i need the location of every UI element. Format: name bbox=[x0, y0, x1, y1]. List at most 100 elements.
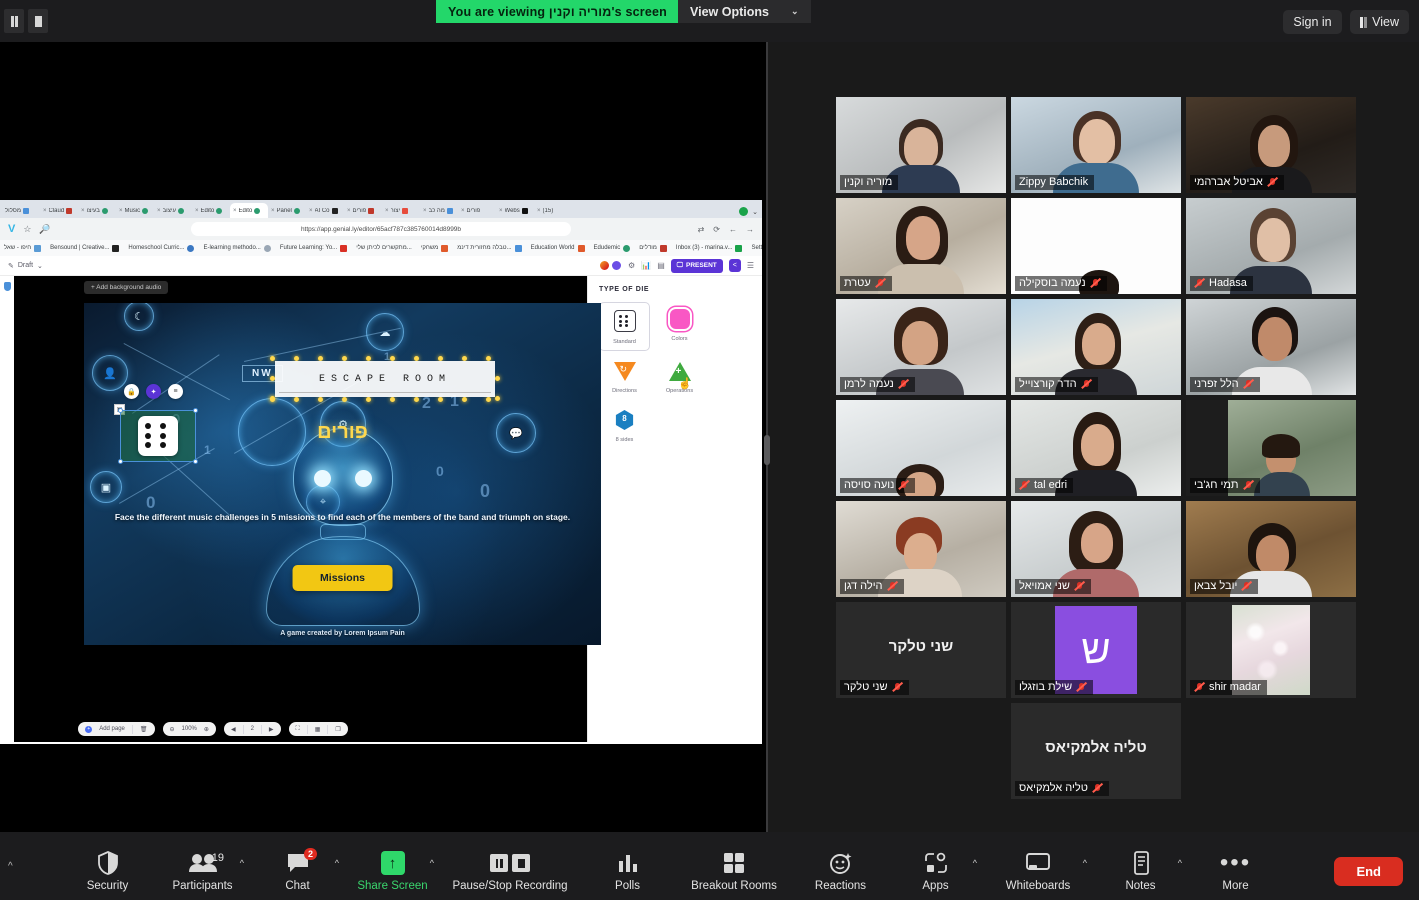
browser-tab[interactable]: × Webs bbox=[496, 203, 534, 218]
participant-tile[interactable]: יובל צבאן bbox=[1186, 501, 1356, 597]
avatar[interactable] bbox=[611, 260, 623, 271]
die-option-standard[interactable]: Standard bbox=[599, 302, 650, 351]
browser-tab[interactable]: × Music bbox=[116, 203, 154, 218]
object-toolbar[interactable]: 🔒 ✦ ≡ bbox=[124, 384, 183, 399]
bookmark-item[interactable]: משחקי bbox=[421, 244, 449, 252]
toolbar-polls-button[interactable]: Polls bbox=[580, 850, 675, 894]
tab-close-icon[interactable]: × bbox=[499, 208, 503, 214]
participant-tile[interactable]: הילה דגן bbox=[836, 501, 1006, 597]
selected-dice-object[interactable] bbox=[118, 408, 198, 464]
pages-thumbnail-icon[interactable] bbox=[3, 282, 11, 291]
participant-tile[interactable]: Zippy Babchik bbox=[1011, 97, 1181, 193]
toolbar-apps-button[interactable]: ^ Apps bbox=[888, 850, 983, 894]
toolbar-whiteboards-button[interactable]: ^ Whiteboards bbox=[983, 850, 1093, 894]
bookmark-item[interactable]: Inbox (3) - marina.v... bbox=[676, 244, 743, 252]
collaborator-avatar[interactable] bbox=[599, 260, 611, 271]
zoom-out-icon[interactable]: ⊖ bbox=[170, 726, 175, 733]
previous-page-icon[interactable]: ◀ bbox=[231, 726, 236, 733]
toolbar-more-button[interactable]: ••• More bbox=[1188, 850, 1283, 894]
draft-status-dropdown[interactable]: ✎ Draft ⌄ bbox=[8, 262, 43, 270]
chevron-up-icon[interactable]: ^ bbox=[1178, 858, 1182, 868]
chevron-up-icon[interactable]: ^ bbox=[8, 861, 13, 872]
view-layout-button[interactable]: View bbox=[1349, 10, 1409, 34]
settings-gear-icon[interactable]: ⚙ bbox=[628, 261, 635, 270]
tab-close-icon[interactable]: × bbox=[537, 208, 541, 214]
search-icon[interactable]: 🔎 bbox=[39, 224, 50, 235]
browser-tab[interactable]: × AI Co bbox=[306, 203, 344, 218]
participant-tile[interactable]: תמי חג'בי bbox=[1186, 400, 1356, 496]
lock-icon[interactable]: 🔒 bbox=[124, 384, 139, 399]
bookmark-item[interactable]: חיפו - שאל bbox=[4, 244, 42, 252]
tab-close-icon[interactable]: × bbox=[309, 208, 313, 214]
present-button[interactable]: 🖵 PRESENT bbox=[670, 258, 723, 273]
browser-tab[interactable]: × מה כב bbox=[420, 203, 458, 218]
browser-tab[interactable]: × פורים bbox=[458, 203, 496, 218]
toolbar-pause-stop-recording-button[interactable]: Pause/Stop Recording bbox=[440, 850, 580, 894]
chevron-up-icon[interactable]: ^ bbox=[430, 858, 434, 868]
bookmark-item[interactable]: Settings bbox=[751, 245, 762, 252]
tab-close-icon[interactable]: × bbox=[157, 208, 161, 214]
browser-tab[interactable]: × Edito bbox=[192, 203, 230, 218]
toolbar-notes-button[interactable]: ^ Notes bbox=[1093, 850, 1188, 894]
browser-tab[interactable]: × Panel bbox=[268, 203, 306, 218]
share-button[interactable]: < bbox=[728, 259, 741, 272]
editor-canvas[interactable]: + Add background audio ☾ 👤 ▣ ⚙ 💬 ☁ 1 0 2… bbox=[14, 276, 601, 742]
browser-address-bar[interactable]: V ☆ 🔎 https://app.genial.ly/editor/65acf… bbox=[0, 218, 762, 240]
chevron-up-icon[interactable]: ^ bbox=[240, 858, 244, 868]
participant-tile[interactable]: Hadasa bbox=[1186, 198, 1356, 294]
participant-tile[interactable]: מוריה וקנין bbox=[836, 97, 1006, 193]
tab-close-icon[interactable]: × bbox=[81, 208, 85, 214]
sign-in-button[interactable]: Sign in bbox=[1283, 10, 1342, 34]
bookmark-item[interactable]: Bensound | Creative... bbox=[50, 244, 120, 252]
participant-tile[interactable]: shir madar bbox=[1186, 602, 1356, 698]
toolbar-share-screen-button[interactable]: ↑ ^ Share Screen bbox=[345, 850, 440, 894]
participant-tile[interactable]: tal edri bbox=[1011, 400, 1181, 496]
tab-close-icon[interactable]: × bbox=[423, 208, 427, 214]
participant-tile[interactable]: שני טלקר שני טלקר bbox=[836, 602, 1006, 698]
reload-icon[interactable]: ⟳ bbox=[713, 225, 720, 234]
bookmark-item[interactable]: Education World bbox=[531, 244, 585, 252]
tab-close-icon[interactable]: × bbox=[461, 208, 465, 214]
next-page-icon[interactable]: ▶ bbox=[269, 726, 274, 733]
participant-tile[interactable]: נעמה בוסקילה bbox=[1011, 198, 1181, 294]
share-icon[interactable]: ⇄ bbox=[698, 225, 705, 234]
delete-page-icon[interactable]: 🗑 bbox=[140, 726, 148, 733]
browser-tab[interactable]: × יצור bbox=[382, 203, 420, 218]
zoom-controls-group[interactable]: ⊖ 100% ⊕ bbox=[162, 722, 216, 736]
align-icon[interactable]: ≡ bbox=[168, 384, 183, 399]
tab-close-icon[interactable]: × bbox=[43, 208, 47, 214]
chevron-up-icon[interactable]: ^ bbox=[335, 858, 339, 868]
layers-icon[interactable]: ❐ bbox=[335, 726, 340, 733]
stop-window-icon[interactable] bbox=[28, 9, 48, 33]
interactivity-icon[interactable]: ✦ bbox=[146, 384, 161, 399]
window-controls[interactable] bbox=[4, 9, 48, 33]
toolbar-security-button[interactable]: Security bbox=[60, 850, 155, 894]
participant-tile[interactable]: הלל זפרני bbox=[1186, 299, 1356, 395]
participant-tile[interactable]: ש שילת בוזגלו bbox=[1011, 602, 1181, 698]
participant-tile[interactable]: טליה אלמקיאס טליה אלמקיאס bbox=[1011, 703, 1181, 799]
editor-left-rail[interactable] bbox=[0, 276, 14, 742]
die-option-operations[interactable]: ☝ Operations bbox=[654, 355, 705, 399]
profile-avatar-icon[interactable] bbox=[739, 207, 749, 216]
view-options-button[interactable]: View Options ⌄ bbox=[678, 0, 811, 23]
bookmark-star-icon[interactable]: ☆ bbox=[23, 224, 31, 235]
participant-tile[interactable]: הדר קורצוייל bbox=[1011, 299, 1181, 395]
page-actions-group[interactable]: + Add page 🗑 bbox=[78, 722, 155, 736]
pause-window-icon[interactable] bbox=[4, 9, 24, 33]
die-option-directions[interactable]: Directions bbox=[599, 355, 650, 399]
browser-tab[interactable]: × (15) bbox=[534, 203, 572, 218]
bookmark-item[interactable]: E-learning methodo... bbox=[203, 244, 271, 252]
die-option-eight-sides[interactable]: 8 sides bbox=[599, 403, 650, 448]
browser-tab[interactable]: מסלול bbox=[2, 203, 40, 218]
tab-close-icon[interactable]: × bbox=[119, 208, 123, 214]
tab-close-icon[interactable]: × bbox=[195, 208, 199, 214]
bookmark-item[interactable]: מודלים bbox=[639, 244, 667, 252]
tab-close-icon[interactable]: × bbox=[347, 208, 351, 214]
toolbar-chat-button[interactable]: 2 ^ Chat bbox=[250, 848, 345, 894]
die-option-colors[interactable]: Colors bbox=[654, 302, 705, 351]
tab-close-icon[interactable]: × bbox=[271, 208, 275, 214]
participant-tile[interactable]: שני אמויאל bbox=[1011, 501, 1181, 597]
back-icon[interactable]: ← bbox=[729, 225, 737, 234]
divider-drag-handle[interactable] bbox=[764, 435, 770, 465]
add-background-audio-button[interactable]: + Add background audio bbox=[84, 281, 169, 294]
